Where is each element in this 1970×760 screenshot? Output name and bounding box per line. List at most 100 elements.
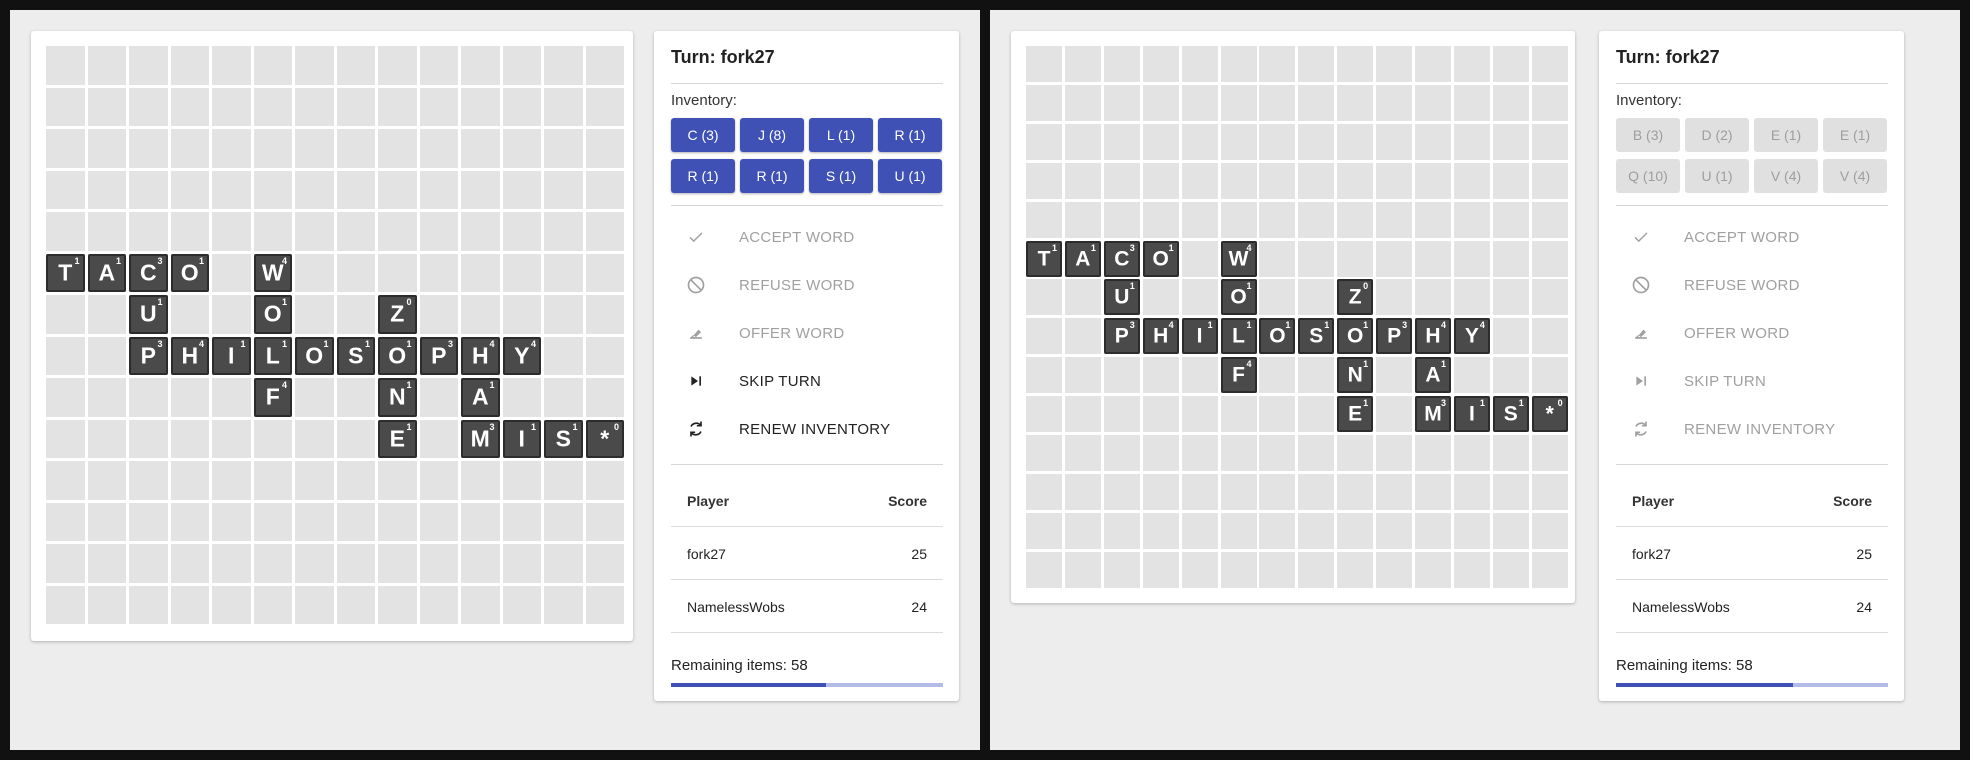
board-cell[interactable] xyxy=(461,87,500,126)
board-cell[interactable] xyxy=(212,87,251,126)
board-cell[interactable] xyxy=(129,461,168,500)
board-cell[interactable] xyxy=(170,212,209,251)
board-cell[interactable] xyxy=(1415,46,1451,82)
board-cell[interactable] xyxy=(1531,123,1568,160)
board-cell[interactable] xyxy=(1337,435,1374,471)
board-cell[interactable] xyxy=(46,461,85,500)
board-cell[interactable] xyxy=(1259,162,1296,199)
board-cell[interactable] xyxy=(46,544,85,583)
board-cell[interactable] xyxy=(1064,396,1101,433)
board-cell[interactable] xyxy=(87,295,126,334)
letter-tile[interactable]: W4 xyxy=(1220,240,1257,277)
board-cell[interactable] xyxy=(1531,473,1568,510)
board-cell[interactable] xyxy=(87,46,126,85)
board-cell[interactable] xyxy=(1064,357,1101,394)
board-cell[interactable] xyxy=(544,502,583,541)
board-cell[interactable] xyxy=(170,170,209,209)
board-cell[interactable] xyxy=(544,170,583,209)
board-cell[interactable] xyxy=(1298,84,1335,121)
board-cell[interactable] xyxy=(502,585,541,624)
board-cell[interactable] xyxy=(1492,123,1529,160)
board-cell[interactable] xyxy=(1142,357,1179,394)
board-cell[interactable] xyxy=(1376,46,1413,82)
board-cell[interactable] xyxy=(253,461,292,500)
board-cell[interactable] xyxy=(544,461,583,500)
board-cell[interactable] xyxy=(336,46,375,85)
board-cell[interactable] xyxy=(1026,84,1062,121)
board-cell[interactable] xyxy=(585,336,624,375)
inventory-tile-button[interactable]: C (3) xyxy=(671,118,735,152)
board-cell[interactable] xyxy=(1415,551,1451,588)
board-cell[interactable] xyxy=(87,419,126,458)
board-cell[interactable] xyxy=(1259,84,1296,121)
board-cell[interactable] xyxy=(295,502,334,541)
board-cell[interactable] xyxy=(502,87,541,126)
board-cell[interactable] xyxy=(1492,318,1529,355)
board-cell[interactable] xyxy=(502,129,541,168)
board-cell[interactable] xyxy=(46,295,85,334)
board-cell[interactable] xyxy=(461,212,500,251)
board-cell[interactable] xyxy=(295,212,334,251)
board-cell[interactable] xyxy=(1064,46,1101,82)
board-cell[interactable] xyxy=(1492,201,1529,238)
letter-tile[interactable]: N1 xyxy=(378,378,417,417)
board-cell[interactable] xyxy=(1026,435,1062,471)
inventory-tile-button[interactable]: E (1) xyxy=(1823,118,1887,152)
board-cell[interactable] xyxy=(1181,396,1218,433)
inventory-tile-button[interactable]: D (2) xyxy=(1685,118,1749,152)
board-cell[interactable] xyxy=(585,170,624,209)
board-cell[interactable] xyxy=(1531,512,1568,549)
letter-tile[interactable]: S1 xyxy=(1298,318,1335,355)
board-cell[interactable] xyxy=(212,419,251,458)
board-cell[interactable] xyxy=(1259,396,1296,433)
board-cell[interactable] xyxy=(46,46,85,85)
inventory-tile-button[interactable]: V (4) xyxy=(1754,159,1818,193)
board-cell[interactable] xyxy=(1259,201,1296,238)
board-cell[interactable] xyxy=(295,129,334,168)
board-cell[interactable] xyxy=(1142,435,1179,471)
board-cell[interactable] xyxy=(1181,240,1218,277)
board-cell[interactable] xyxy=(1298,473,1335,510)
board-cell[interactable] xyxy=(1337,46,1374,82)
board-cell[interactable] xyxy=(1337,512,1374,549)
board-cell[interactable] xyxy=(129,419,168,458)
board-cell[interactable] xyxy=(585,502,624,541)
board-cell[interactable] xyxy=(544,212,583,251)
board-cell[interactable] xyxy=(1415,123,1451,160)
board-cell[interactable] xyxy=(170,419,209,458)
board-cell[interactable] xyxy=(1531,84,1568,121)
board-cell[interactable] xyxy=(295,253,334,292)
board-cell[interactable] xyxy=(1453,512,1490,549)
skip-turn-button[interactable]: SKIP TURN xyxy=(671,361,943,401)
board-cell[interactable] xyxy=(1142,396,1179,433)
board-cell[interactable] xyxy=(585,129,624,168)
board-cell[interactable] xyxy=(87,170,126,209)
board-cell[interactable] xyxy=(1142,162,1179,199)
board-cell[interactable] xyxy=(378,129,417,168)
board-cell[interactable] xyxy=(585,461,624,500)
board-cell[interactable] xyxy=(502,461,541,500)
renew-inventory-button[interactable]: RENEW INVENTORY xyxy=(671,409,943,449)
board-cell[interactable] xyxy=(378,46,417,85)
board-cell[interactable] xyxy=(1376,357,1413,394)
board-cell[interactable] xyxy=(461,295,500,334)
board-cell[interactable] xyxy=(336,253,375,292)
offer-word-button[interactable]: OFFER WORD xyxy=(1616,313,1888,353)
board-cell[interactable] xyxy=(253,212,292,251)
board-cell[interactable] xyxy=(336,129,375,168)
board-cell[interactable] xyxy=(336,378,375,417)
board-cell[interactable] xyxy=(1415,201,1451,238)
board-cell[interactable] xyxy=(502,502,541,541)
letter-tile[interactable]: Y4 xyxy=(1453,318,1490,355)
board-cell[interactable] xyxy=(502,378,541,417)
board-cell[interactable] xyxy=(1415,473,1451,510)
board-cell[interactable] xyxy=(1220,84,1257,121)
inventory-tile-button[interactable]: R (1) xyxy=(740,159,804,193)
board-cell[interactable] xyxy=(1453,201,1490,238)
board-cell[interactable] xyxy=(1220,396,1257,433)
board-cell[interactable] xyxy=(170,502,209,541)
board-cell[interactable] xyxy=(1298,46,1335,82)
board-cell[interactable] xyxy=(544,129,583,168)
board-cell[interactable] xyxy=(1026,318,1062,355)
letter-tile[interactable]: C3 xyxy=(129,253,168,292)
